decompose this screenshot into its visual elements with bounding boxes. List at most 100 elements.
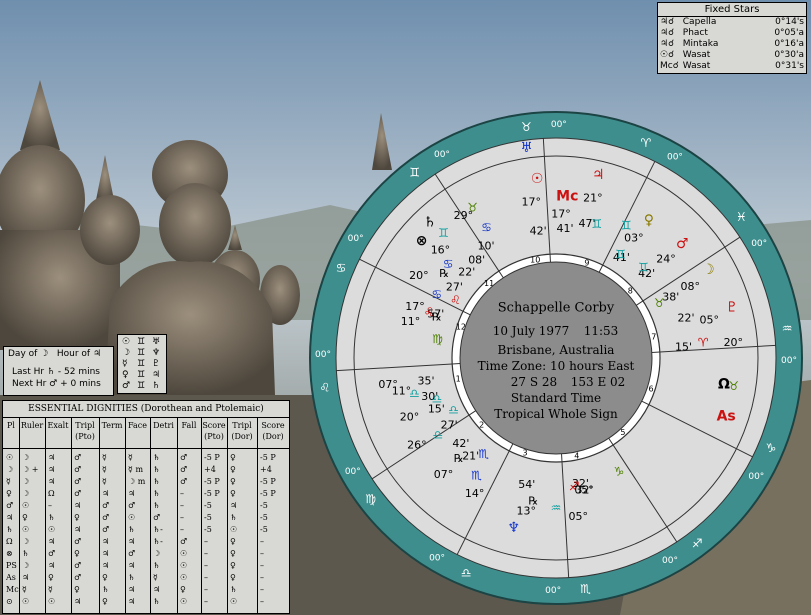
planet-grid-cell: ♇	[152, 359, 161, 369]
sign-cusp-degree: 00°	[345, 467, 361, 477]
dignities-cell: ♂	[74, 537, 82, 546]
dignities-cell: Mc	[6, 585, 19, 594]
dignities-cell: ♀	[230, 477, 236, 486]
planet-glyph[interactable]: ☽	[702, 262, 715, 278]
planet-glyph[interactable]: ♆	[507, 520, 520, 536]
degree-label: 17°	[522, 195, 542, 208]
degree-label: 26°	[407, 438, 427, 451]
dignities-cell: ♃	[48, 477, 56, 486]
dignities-cell: ♄	[153, 465, 161, 474]
dignities-cell: ☉	[48, 525, 56, 534]
dignities-cell: –	[48, 501, 52, 510]
dignities-cell: ♂	[74, 489, 82, 498]
dignities-cell: –	[204, 537, 208, 546]
dignities-cell: ♃	[74, 501, 82, 510]
house-number: 8	[628, 287, 633, 296]
planet-glyph[interactable]: ⊗	[416, 233, 428, 249]
degree-label: 15'	[675, 340, 692, 353]
fixed-star-name: Wasat	[682, 50, 711, 60]
dignities-cell: ♂	[180, 465, 188, 474]
planet-grid-cell: ♊	[137, 381, 146, 391]
degree-label: 38'	[662, 290, 679, 303]
planet-glyph[interactable]: Mc	[556, 188, 578, 204]
planet-glyph[interactable]: ♂	[676, 236, 689, 252]
dignities-cell: ☉	[22, 597, 30, 606]
chart-info-timezone: Time Zone: 10 hours East	[478, 359, 635, 373]
chart-info-date: 10 July 1977	[493, 324, 570, 338]
planet-glyph[interactable]: As	[717, 409, 736, 425]
planet-glyph[interactable]: ♀	[644, 212, 654, 228]
dignities-cell: –	[260, 585, 264, 594]
last-hour-row: Last Hr ♄ - 52 mins	[12, 367, 100, 377]
planet-glyph[interactable]: ♄	[424, 215, 437, 231]
dignities-cell: ♂	[128, 549, 136, 558]
degree-label: 20°	[724, 336, 744, 349]
dignities-cell: ♃	[230, 501, 238, 510]
dignities-cell: ♃	[102, 489, 110, 498]
chart-info-longitude: 153 E 02	[571, 375, 626, 389]
degree-label: 17°	[405, 300, 425, 313]
fixed-stars-title: Fixed Stars	[658, 3, 806, 17]
planet-grid-cell: ☉	[122, 337, 131, 347]
fixed-stars-panel: Fixed Stars ♃☌ Capella 0°14's ♃☌ Phact 0°05'a…	[657, 2, 807, 74]
dignities-cell: ☽	[153, 549, 161, 558]
zodiac-sign-glyph: ♏	[580, 582, 591, 596]
planet-grid-cell: ☽	[122, 348, 131, 358]
zodiac-sign-glyph: ♍	[365, 492, 376, 506]
house-sign-glyph: ♎	[431, 392, 442, 406]
chart-wheel[interactable]: 00° 00° 00° 00° 00° 00° 00° 00° 00° 00° 00° 00° ♋ ♌ ♍ ♎…	[306, 108, 806, 608]
zodiac-sign-glyph: ♈	[641, 136, 652, 150]
dignities-cell: -5	[260, 513, 268, 522]
house-sign-glyph: ♉	[654, 296, 665, 310]
house-number: 6	[649, 384, 654, 393]
dignities-cell: ♄	[153, 501, 161, 510]
planet-grid-cell: ♊	[137, 348, 146, 358]
dignities-cell: ♂	[153, 513, 161, 522]
dignities-cell: ♀	[102, 597, 108, 606]
dignities-cell: –	[260, 537, 264, 546]
planet-glyph[interactable]: ☉	[531, 171, 544, 187]
house-number: 7	[651, 333, 656, 342]
dignities-cell: ♃	[48, 453, 56, 462]
house-sign-glyph: ♍	[432, 332, 443, 346]
dignities-cell: ☿	[102, 477, 107, 486]
planetary-hour-panel: Day of ☽ Hour of ♃ Last Hr ♄ - 52 mins N…	[3, 346, 114, 396]
dignities-cell: ♂	[180, 453, 188, 462]
house-number: 1	[456, 374, 461, 383]
dignities-cell: -5 P	[260, 477, 276, 486]
next-hour-row: Next Hr ♂ + 0 mins	[12, 379, 101, 389]
house-sign-degree: 32'	[576, 484, 593, 497]
dignities-cell: ♃	[48, 561, 56, 570]
dignities-cell: ☉	[230, 525, 238, 534]
dignities-cell: ☉	[22, 501, 30, 510]
degree-label: 41'	[557, 222, 574, 235]
planet-glyph[interactable]: ♃	[592, 167, 605, 183]
house-number: 2	[479, 420, 484, 429]
zodiac-sign-glyph: ♑	[766, 441, 777, 455]
planet-glyph[interactable]: ♇	[726, 300, 739, 316]
day-ruler-glyph: ☽	[40, 349, 49, 359]
dignities-cell: –	[204, 549, 208, 558]
fixed-star-row: Mc☌ Wasat 0°31's	[658, 61, 806, 72]
fixed-star-row: ♃☌ Mintaka 0°16'a	[658, 39, 806, 50]
dignities-cell: –	[180, 513, 184, 522]
dignities-column-header: Tripl (Dor)	[231, 421, 253, 441]
fixed-star-glyph: Mc☌	[660, 61, 679, 71]
house-number: 4	[574, 451, 579, 460]
dignities-column-divider	[150, 418, 151, 613]
dignities-cell: ☽ m	[128, 477, 146, 486]
dignities-cell: –	[180, 501, 184, 510]
house-sign-glyph: ♉	[467, 201, 478, 215]
fixed-star-value: 0°05'a	[774, 28, 804, 38]
dignities-column-divider	[177, 418, 178, 613]
dignities-column-divider	[227, 418, 228, 613]
dignities-cell: ♂	[6, 501, 14, 510]
planet-glyph[interactable]: ♅	[520, 140, 533, 156]
fixed-star-row: ♃☌ Capella 0°14's	[658, 17, 806, 28]
dignities-cell: ☉	[48, 597, 56, 606]
house-sign-glyph: ♋	[481, 220, 492, 234]
planet-grid-cell: ♄	[152, 381, 161, 391]
dignities-cell: ☽	[22, 477, 30, 486]
dignities-cell: -5	[204, 501, 212, 510]
dignities-column-header: Score (Pto)	[202, 421, 226, 441]
